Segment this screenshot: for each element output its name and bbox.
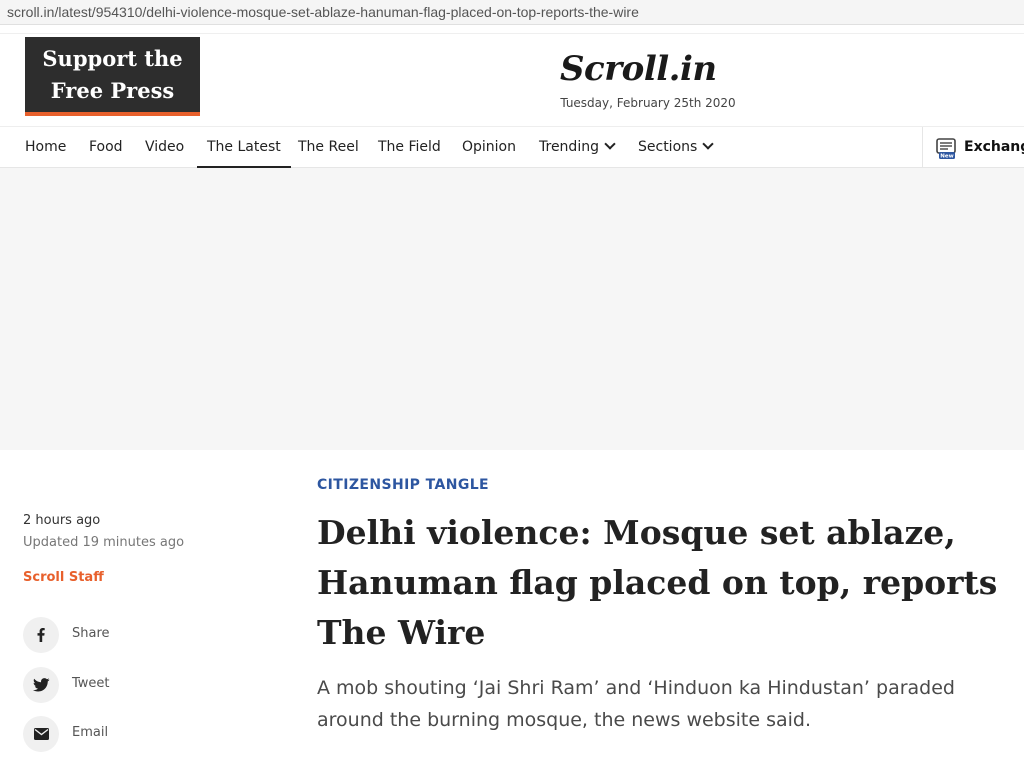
exchange-badge: New [940, 154, 953, 160]
exchange-label: Exchange [964, 139, 1024, 155]
share-email-circle [23, 716, 59, 752]
email-icon [33, 728, 49, 740]
site-logo[interactable]: Scroll.in [560, 46, 738, 92]
header-date: Tuesday, February 25th 2020 [560, 96, 736, 110]
support-line-2: Free Press [50, 77, 175, 103]
address-bar[interactable]: scroll.in/latest/954310/delhi-violence-m… [0, 0, 1024, 25]
facebook-icon [37, 628, 45, 642]
top-band [0, 25, 1024, 34]
site-logo-text: Scroll.in [560, 49, 717, 89]
article-headline: Delhi violence: Mosque set ablaze, Hanum… [317, 513, 998, 652]
nav-item-trending[interactable]: Trending [539, 127, 616, 168]
share-email-label: Email [72, 725, 109, 740]
share-facebook-circle [23, 617, 59, 653]
nav-item-trending-label: Trending [539, 139, 599, 155]
author-link[interactable]: Scroll Staff [23, 570, 104, 585]
nav-item-home[interactable]: Home [25, 127, 66, 168]
share-twitter-circle [23, 667, 59, 703]
nav-item-video[interactable]: Video [145, 127, 184, 168]
nav-item-the-latest[interactable]: The Latest [197, 127, 291, 168]
nav-item-sections[interactable]: Sections [638, 127, 714, 168]
article-kicker[interactable]: CITIZENSHIP TANGLE [317, 477, 489, 493]
exchange-link[interactable]: New Exchange [922, 127, 1024, 168]
support-free-press-button[interactable]: Support the Free Press [25, 37, 200, 116]
updated-time: Updated 19 minutes ago [23, 535, 185, 550]
chevron-down-icon [604, 138, 616, 150]
nav-item-sections-label: Sections [638, 139, 698, 155]
share-twitter-button[interactable]: Tweet [23, 667, 163, 703]
share-twitter-label: Tweet [72, 676, 110, 691]
main-nav: Home Food Video The Latest The Reel The … [0, 126, 1024, 168]
share-email-button[interactable]: Email [23, 716, 163, 752]
nav-item-opinion[interactable]: Opinion [462, 127, 516, 168]
published-time: 2 hours ago [23, 513, 101, 528]
article-summary: A mob shouting ‘Jai Shri Ram’ and ‘Hindu… [317, 677, 955, 731]
twitter-icon [32, 678, 50, 692]
chevron-down-icon [702, 138, 714, 150]
nav-item-the-field[interactable]: The Field [378, 127, 441, 168]
support-line-1: Support the [42, 45, 183, 71]
ad-placeholder [0, 168, 1024, 450]
share-facebook-label: Share [72, 626, 110, 641]
nav-item-food[interactable]: Food [89, 127, 123, 168]
share-facebook-button[interactable]: Share [23, 617, 163, 653]
exchange-icon: New [936, 138, 956, 160]
nav-item-the-reel[interactable]: The Reel [298, 127, 359, 168]
